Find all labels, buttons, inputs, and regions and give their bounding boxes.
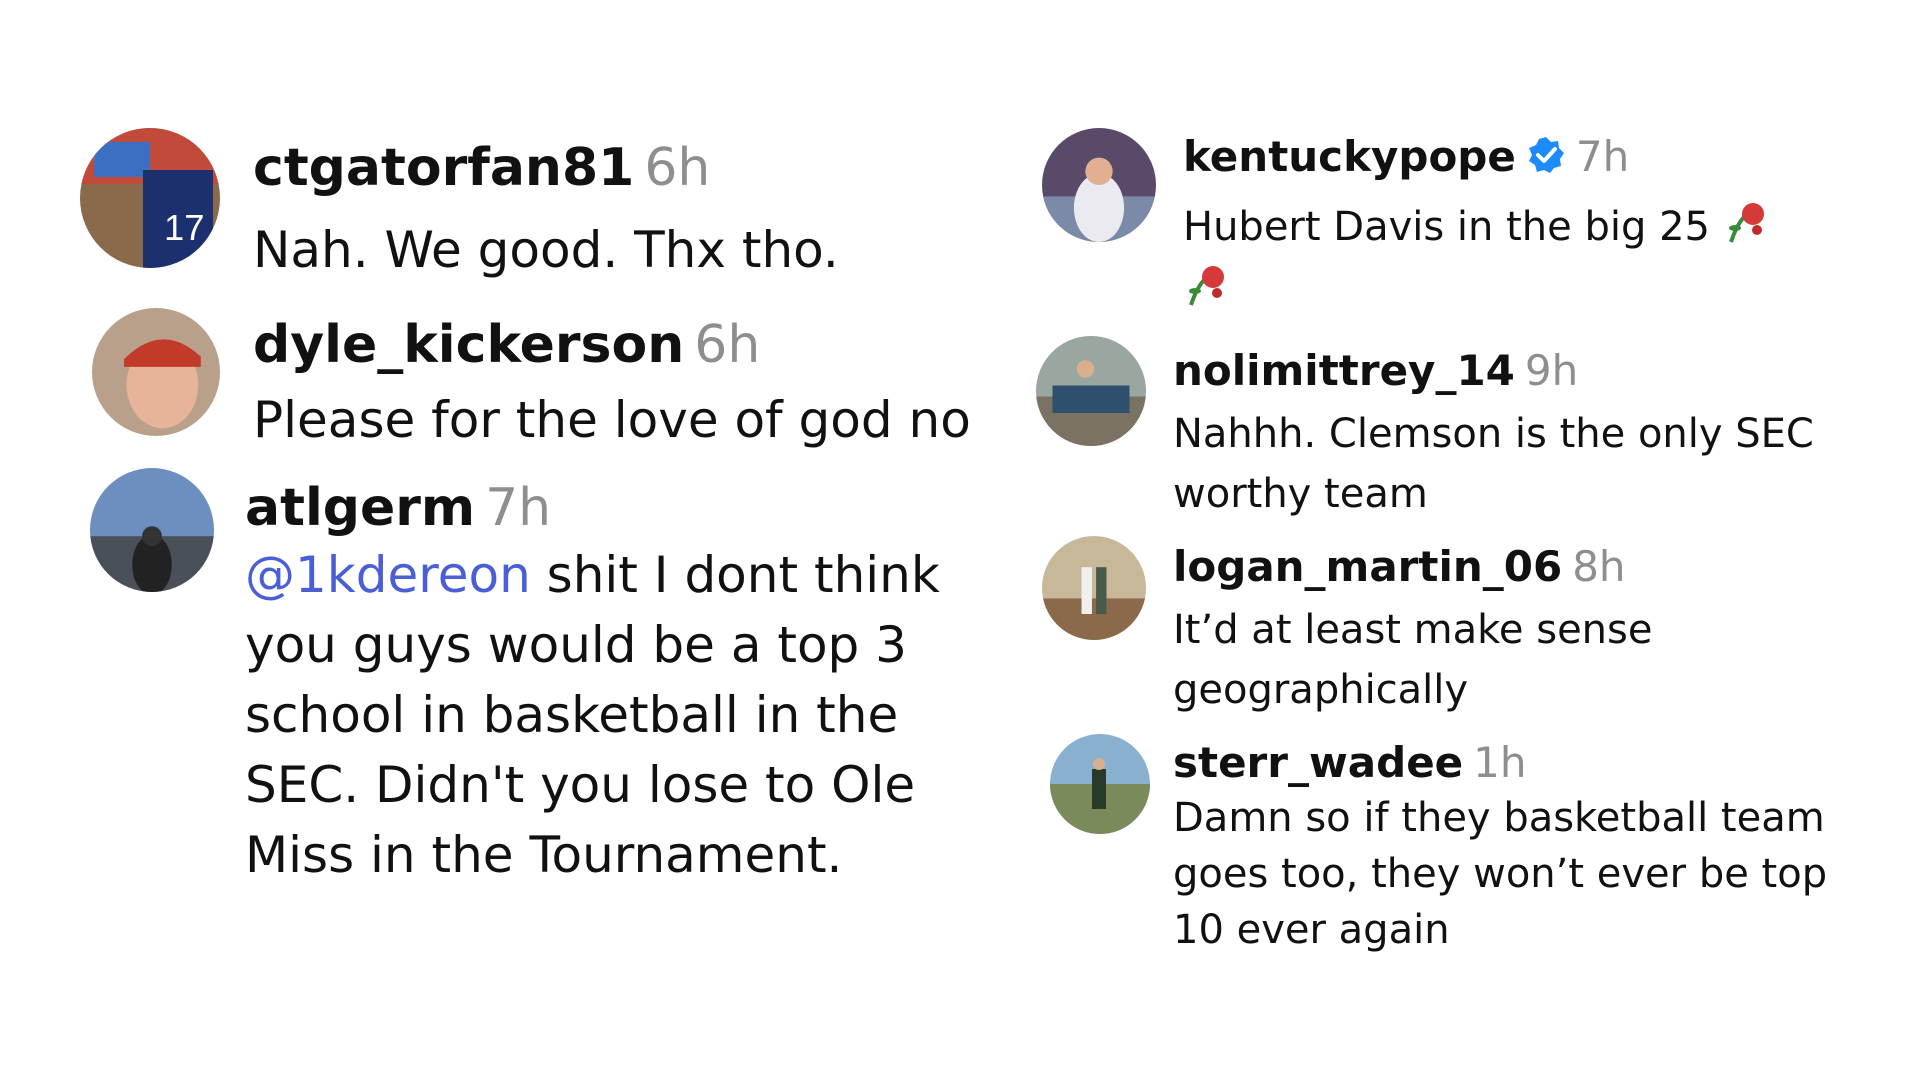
avatar-photo xyxy=(92,308,220,436)
timestamp: 6h xyxy=(644,138,711,198)
username[interactable]: kentuckypope xyxy=(1183,132,1516,181)
avatar-photo xyxy=(1050,734,1150,834)
username[interactable]: atlgerm xyxy=(245,478,475,538)
avatar-photo: 17 xyxy=(80,128,220,268)
mention-link[interactable]: @1kdereon xyxy=(245,546,531,604)
username[interactable]: ctgatorfan81 xyxy=(253,138,634,198)
avatar[interactable] xyxy=(1042,536,1146,640)
comment-text: @1kdereon shit I dont think you guys wou… xyxy=(245,540,965,890)
avatar[interactable] xyxy=(1036,336,1146,446)
username[interactable]: logan_martin_06 xyxy=(1173,542,1562,591)
timestamp: 6h xyxy=(694,315,761,375)
avatar[interactable] xyxy=(1042,128,1156,242)
timestamp: 7h xyxy=(1575,132,1630,181)
timestamp: 9h xyxy=(1524,346,1579,395)
timestamp: 1h xyxy=(1473,738,1527,787)
timestamp: 8h xyxy=(1572,542,1626,591)
avatar[interactable] xyxy=(90,468,214,592)
rose-wilted-icon xyxy=(1183,261,1229,324)
comment-text: Hubert Davis in the big 25 xyxy=(1183,197,1843,324)
rose-wilted-icon xyxy=(1723,198,1769,261)
comment-text: It’d at least make sense geographically xyxy=(1173,607,1653,713)
timestamp: 7h xyxy=(485,478,552,538)
avatar-photo xyxy=(90,468,214,592)
comment-text: Nahhh. Clemson is the only SEC worthy te… xyxy=(1173,411,1814,517)
avatar[interactable]: 17 xyxy=(80,128,220,268)
username[interactable]: dyle_kickerson xyxy=(253,315,684,375)
comment-text: Nah. We good. Thx tho. xyxy=(253,221,839,279)
avatar-photo xyxy=(1042,128,1156,242)
avatar[interactable] xyxy=(92,308,220,436)
username[interactable]: nolimittrey_14 xyxy=(1173,346,1515,395)
comment-text: Damn so if they basketball team goes too… xyxy=(1173,795,1828,953)
verified-badge-icon xyxy=(1526,135,1566,185)
username[interactable]: sterr_wadee xyxy=(1173,738,1463,787)
comment-text-main: Hubert Davis in the big 25 xyxy=(1183,204,1723,250)
avatar-photo xyxy=(1036,336,1146,446)
avatar-photo xyxy=(1042,536,1146,640)
svg-text:17: 17 xyxy=(164,207,204,248)
comment-text: Please for the love of god no xyxy=(253,391,971,449)
avatar[interactable] xyxy=(1050,734,1150,834)
